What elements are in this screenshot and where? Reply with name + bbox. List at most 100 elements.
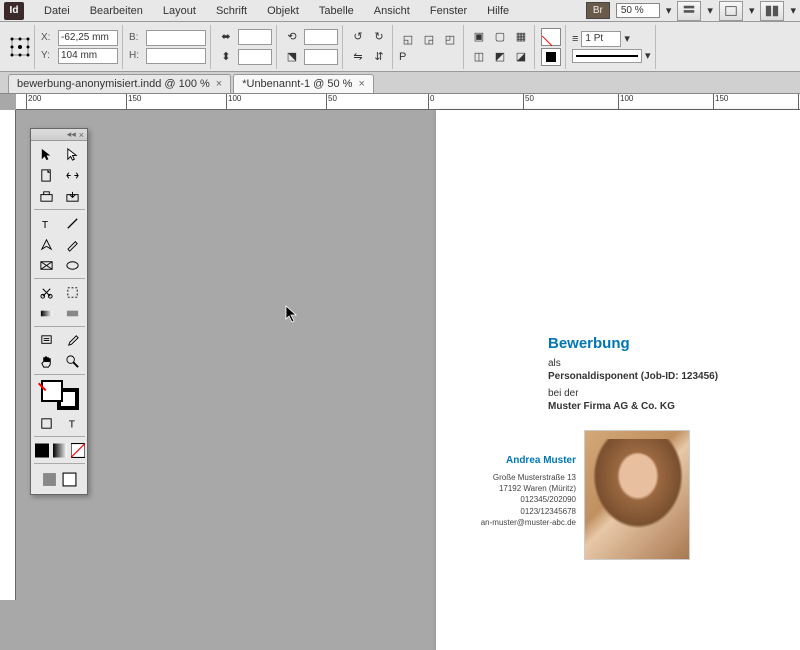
fit-prop-icon[interactable]: ◫ — [470, 48, 488, 66]
preview-view-icon[interactable] — [61, 469, 79, 489]
vertical-ruler[interactable] — [0, 110, 16, 600]
bridge-button[interactable]: Br — [586, 2, 610, 19]
menu-schrift[interactable]: Schrift — [206, 2, 257, 20]
h-input[interactable] — [146, 48, 206, 64]
close-icon[interactable]: × — [79, 130, 84, 140]
type-tool[interactable]: T — [34, 213, 59, 233]
zoom-level[interactable]: 50 % — [616, 3, 660, 18]
canvas[interactable]: Bewerbung als Personaldisponent (Job-ID:… — [16, 110, 800, 600]
reference-point-icon[interactable] — [10, 27, 30, 67]
scale-x-icon[interactable]: ⬌ — [217, 28, 235, 46]
menu-objekt[interactable]: Objekt — [257, 2, 309, 20]
collapse-icon[interactable]: ◂◂ — [67, 129, 76, 140]
content-placer-tool[interactable] — [60, 186, 85, 206]
note-tool[interactable] — [34, 330, 59, 350]
doc-position: Personaldisponent (Job-ID: 123456) — [548, 371, 718, 382]
chevron-down-icon[interactable]: ▾ — [666, 4, 672, 17]
fill-color-swatch[interactable] — [41, 380, 63, 402]
stroke-swatch[interactable] — [541, 48, 561, 66]
page-tool[interactable] — [34, 165, 59, 185]
menu-datei[interactable]: Datei — [34, 2, 80, 20]
fill-swatch[interactable] — [541, 28, 561, 46]
select-content-icon[interactable]: ◲ — [420, 31, 438, 49]
gradient-feather-tool[interactable] — [60, 303, 85, 323]
fill-stroke-swatches[interactable] — [34, 378, 85, 412]
free-transform-tool[interactable] — [60, 282, 85, 302]
select-prev-icon[interactable]: ◰ — [441, 31, 459, 49]
rotate-input[interactable] — [304, 29, 338, 45]
menu-layout[interactable]: Layout — [153, 2, 206, 20]
scale-x-input[interactable] — [238, 29, 272, 45]
gap-tool[interactable] — [60, 165, 85, 185]
chevron-down-icon[interactable]: ▾ — [624, 32, 630, 45]
scale-y-input[interactable] — [238, 49, 272, 65]
chevron-down-icon[interactable]: ▾ — [645, 49, 651, 62]
horizontal-ruler[interactable]: 200 150 100 50 0 50 100 150 200 — [16, 94, 800, 110]
shear-input[interactable] — [304, 49, 338, 65]
arrange-icon[interactable] — [760, 1, 784, 21]
fill-prop-icon[interactable]: ◩ — [491, 48, 509, 66]
flip-v-icon[interactable]: ⇵ — [370, 48, 388, 66]
view-options-icon[interactable] — [677, 1, 701, 21]
eyedropper-tool[interactable] — [60, 330, 85, 350]
selection-tool[interactable] — [34, 144, 59, 164]
formatting-text-icon[interactable]: T — [60, 413, 85, 433]
control-bar: X: Y: B: H: ⬌ ⬍ ⟲ ⬔ ↺↻ ⇋⇵ ◱◲◰ P ▣▢▦ ◫◩◪ … — [0, 22, 800, 72]
applicant-name: Andrea Muster — [476, 455, 576, 466]
center-content-icon[interactable]: ▦ — [512, 28, 530, 46]
scale-y-icon[interactable]: ⬍ — [217, 48, 235, 66]
menu-tabelle[interactable]: Tabelle — [309, 2, 364, 20]
screen-mode-icon[interactable] — [719, 1, 743, 21]
ruler-tick: 100 — [618, 94, 633, 110]
chevron-down-icon[interactable]: ▾ — [749, 4, 755, 17]
stroke-style-select[interactable] — [572, 49, 642, 63]
close-icon[interactable]: × — [358, 78, 364, 90]
normal-view-icon[interactable] — [41, 469, 59, 489]
rectangle-frame-tool[interactable] — [34, 255, 59, 275]
x-input[interactable] — [58, 30, 118, 46]
rotate-cw-icon[interactable]: ↻ — [370, 28, 388, 46]
hand-tool[interactable] — [34, 351, 59, 371]
w-input[interactable] — [146, 30, 206, 46]
flip-h-icon[interactable]: ⇋ — [349, 48, 367, 66]
pencil-tool[interactable] — [60, 234, 85, 254]
stroke-weight-input[interactable] — [581, 31, 621, 47]
rotate-icon[interactable]: ⟲ — [283, 28, 301, 46]
document-page[interactable]: Bewerbung als Personaldisponent (Job-ID:… — [436, 110, 800, 650]
shear-icon[interactable]: ⬔ — [283, 48, 301, 66]
apply-color-icon[interactable] — [34, 442, 50, 458]
fit-content-icon[interactable]: ▣ — [470, 28, 488, 46]
y-input[interactable] — [58, 48, 118, 64]
cursor-icon — [285, 305, 299, 323]
rotate-ccw-icon[interactable]: ↺ — [349, 28, 367, 46]
rectangle-tool[interactable] — [60, 255, 85, 275]
gradient-swatch-tool[interactable] — [34, 303, 59, 323]
formatting-container-icon[interactable] — [34, 413, 59, 433]
doc-at-label: bei der — [548, 388, 579, 399]
direct-selection-tool[interactable] — [60, 144, 85, 164]
toolbox-header[interactable]: ◂◂× — [31, 129, 87, 141]
content-collector-tool[interactable] — [34, 186, 59, 206]
scissors-tool[interactable] — [34, 282, 59, 302]
auto-fit-icon[interactable]: ◪ — [512, 48, 530, 66]
fit-frame-icon[interactable]: ▢ — [491, 28, 509, 46]
tab-bewerbung[interactable]: bewerbung-anonymisiert.indd @ 100 %× — [8, 74, 231, 93]
close-icon[interactable]: × — [216, 78, 222, 90]
applicant-phone2: 0123/12345678 — [476, 506, 576, 517]
chevron-down-icon[interactable]: ▾ — [707, 4, 713, 17]
stroke-weight-icon: ≡ — [572, 33, 578, 45]
pen-tool[interactable] — [34, 234, 59, 254]
menu-hilfe[interactable]: Hilfe — [477, 2, 519, 20]
ruler-tick: 0 — [428, 94, 434, 110]
tab-unbenannt[interactable]: *Unbenannt-1 @ 50 %× — [233, 74, 374, 93]
chevron-down-icon[interactable]: ▾ — [790, 4, 796, 17]
select-container-icon[interactable]: ◱ — [399, 31, 417, 49]
menu-fenster[interactable]: Fenster — [420, 2, 477, 20]
zoom-tool[interactable] — [60, 351, 85, 371]
apply-gradient-icon[interactable] — [52, 442, 68, 458]
line-tool[interactable] — [60, 213, 85, 233]
menu-ansicht[interactable]: Ansicht — [364, 2, 420, 20]
document-tabs: bewerbung-anonymisiert.indd @ 100 %× *Un… — [0, 72, 800, 94]
menu-bearbeiten[interactable]: Bearbeiten — [80, 2, 153, 20]
apply-none-icon[interactable] — [70, 442, 86, 458]
